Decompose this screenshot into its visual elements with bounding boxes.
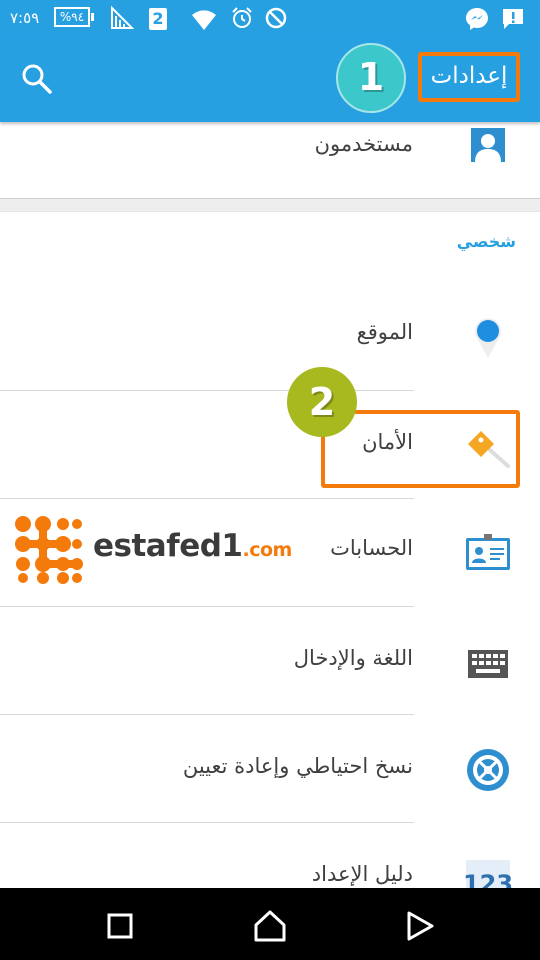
watermark-logo: estafed1.com <box>13 514 313 586</box>
watermark-main: estafed1 <box>93 528 243 564</box>
watermark-suffix: .com <box>242 539 293 561</box>
list-item-label: دليل الإعداد <box>311 862 413 886</box>
do-not-disturb-icon <box>265 7 287 29</box>
users-row[interactable]: مستخدمون <box>0 122 540 198</box>
location-pin-icon <box>475 318 501 358</box>
list-item-location[interactable]: الموقع <box>0 282 540 390</box>
setup-guide-icon: 123 <box>464 860 512 888</box>
message-alert-icon <box>503 9 523 29</box>
svg-text:123: 123 <box>464 870 512 888</box>
status-bar: ٧:٥٩ %٩٤ 2 <box>0 0 540 38</box>
users-label: مستخدمون <box>314 132 413 156</box>
section-title-personal: شخصي <box>456 232 516 251</box>
app-bar: إعدادات <box>0 38 540 122</box>
section-divider <box>0 198 540 212</box>
step-badge-2: 2 <box>287 367 357 437</box>
wifi-icon <box>192 10 216 30</box>
sim-icon: 2 <box>149 8 167 30</box>
list-item-backup-reset[interactable]: نسخ احتياطي وإعادة تعيين <box>0 714 540 822</box>
signal-icon <box>111 6 134 29</box>
list-item-setup-guide[interactable]: دليل الإعداد 123 <box>0 822 540 888</box>
sim-number: 2 <box>152 9 164 28</box>
battery-icon: %٩٤ <box>54 7 94 27</box>
step-badge-1: 1 <box>336 43 406 113</box>
navigation-bar <box>0 888 540 960</box>
list-item-label: اللغة والإدخال <box>293 646 413 670</box>
backup-reset-icon <box>467 749 509 791</box>
list-item-label: الموقع <box>356 320 413 344</box>
page-title: إعدادات <box>418 52 520 102</box>
list-item-language-input[interactable]: اللغة والإدخال <box>0 606 540 714</box>
accounts-card-icon <box>466 534 510 570</box>
recent-apps-icon[interactable] <box>102 908 138 944</box>
user-icon <box>471 128 505 162</box>
battery-level: %٩٤ <box>59 10 85 24</box>
search-icon[interactable] <box>20 62 54 96</box>
list-item-label: الحسابات <box>330 536 413 560</box>
messenger-icon <box>466 8 488 30</box>
home-icon[interactable] <box>252 908 288 944</box>
back-icon[interactable] <box>402 908 438 944</box>
keyboard-icon <box>468 650 508 678</box>
logo-dots-icon <box>15 516 83 584</box>
list-item-label: نسخ احتياطي وإعادة تعيين <box>182 754 413 778</box>
status-time: ٧:٥٩ <box>10 9 40 27</box>
watermark-text: estafed1.com <box>93 528 292 564</box>
alarm-icon <box>232 7 252 28</box>
